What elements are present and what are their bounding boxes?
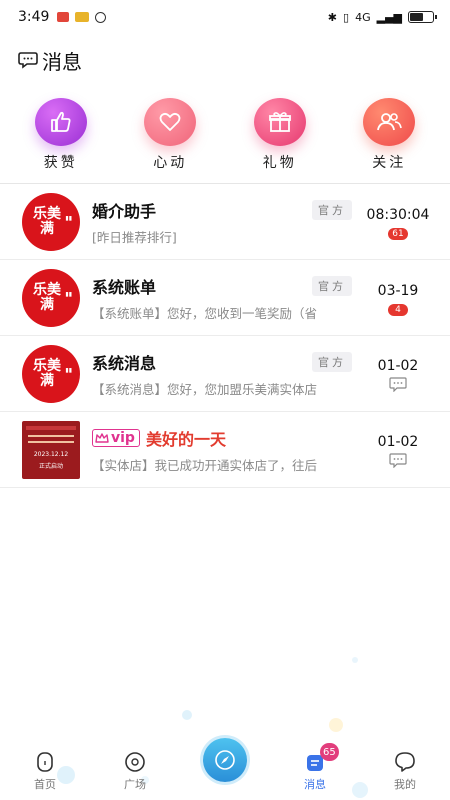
message-time: 01-02 — [377, 358, 419, 374]
chat-bubble-icon — [18, 52, 38, 69]
tab-label: 广场 — [124, 778, 146, 791]
tab-profile[interactable]: 我的 — [370, 751, 440, 792]
message-preview: 【系统账单】您好，您收到一笔奖励（省 — [92, 306, 318, 321]
poster-caption: 正式启动 — [38, 462, 63, 470]
official-badge: 官方 — [312, 352, 352, 372]
category-label: 心动 — [153, 155, 188, 171]
network-type: 4G — [355, 10, 371, 24]
brand-logo: 乐美满 — [33, 205, 61, 237]
category-label: 礼物 — [262, 155, 297, 171]
chat-bubble-icon — [389, 453, 407, 468]
notification-icon — [75, 12, 90, 22]
tab-label: 我的 — [394, 778, 416, 791]
message-preview: 【系统消息】您好，您加盟乐美满实体店 — [92, 382, 318, 397]
avatar: 2023.12.12 正式启动 — [22, 420, 80, 479]
conversation-name: 婚介助手 — [92, 202, 157, 221]
battery-icon — [408, 11, 437, 23]
followers-icon — [363, 98, 416, 146]
category-crush[interactable]: 心动 — [125, 98, 215, 172]
avatar: 乐美满 ▮▮ — [22, 268, 80, 327]
message-time: 03-19 — [377, 282, 419, 299]
page-title: 消息 — [42, 49, 82, 74]
category-row: 获赞 心动 礼物 关注 — [0, 98, 450, 172]
conversation-name: 美好的一天 — [145, 430, 226, 449]
tab-messages[interactable]: 65 消息 — [280, 743, 350, 792]
avatar: 乐美满 ▮▮ — [22, 192, 80, 251]
thumbs-up-icon — [34, 98, 87, 146]
vip-badge: vip — [92, 429, 140, 447]
unread-count-badge: 65 — [320, 743, 339, 761]
category-follows[interactable]: 关注 — [344, 98, 434, 172]
category-label: 获赞 — [43, 155, 78, 171]
message-item-system[interactable]: 乐美满 ▮▮ 系统消息 官方 【系统消息】您好，您加盟乐美满实体店 01-02 — [0, 336, 450, 412]
message-time: 01-02 — [377, 434, 419, 450]
brand-logo: 乐美满 — [33, 281, 61, 313]
gift-icon — [253, 98, 306, 146]
heart-icon — [144, 98, 197, 146]
message-list: 乐美满 ▮▮ 婚介助手 官方 [昨日推荐排行] 08:30:04 61 乐美满 … — [0, 184, 450, 488]
home-icon — [37, 752, 53, 772]
official-badge: 官方 — [312, 276, 352, 296]
vibrate-icon: ▯ — [343, 10, 350, 24]
bluetooth-icon: ✱ — [327, 10, 338, 24]
conversation-name: 系统账单 — [92, 278, 157, 297]
official-badge: 官方 — [312, 200, 352, 220]
status-bar: 3:49 ✱ ▯ 4G ▂▄▆ — [0, 0, 450, 34]
category-label: 关注 — [372, 155, 407, 171]
alarm-icon — [95, 11, 107, 23]
bottom-tab-bar: 首页 广场 65 消息 我的 — [0, 738, 450, 800]
plaza-icon — [125, 752, 145, 772]
message-item-user[interactable]: 2023.12.12 正式启动 vip 美好的一天 【实体店】我已成功开通实体店… — [0, 412, 450, 488]
avatar: 乐美满 ▮▮ — [22, 344, 80, 403]
status-time: 3:49 — [18, 9, 50, 25]
unread-badge: 61 — [388, 227, 408, 240]
brand-logo: 乐美满 — [33, 357, 61, 389]
notification-icon — [57, 12, 70, 22]
category-likes[interactable]: 获赞 — [16, 98, 106, 172]
brand-logo-mark: ▮▮ — [65, 366, 72, 374]
tab-discover[interactable] — [190, 738, 260, 792]
tab-label: 首页 — [34, 778, 56, 791]
brand-logo-mark: ▮▮ — [65, 290, 72, 298]
category-gifts[interactable]: 礼物 — [235, 98, 325, 172]
page-header: 消息 — [18, 44, 82, 76]
tab-plaza[interactable]: 广场 — [100, 751, 170, 792]
message-item-matchmaker[interactable]: 乐美满 ▮▮ 婚介助手 官方 [昨日推荐排行] 08:30:04 61 — [0, 184, 450, 260]
message-time: 08:30:04 — [366, 206, 430, 223]
message-preview: [昨日推荐排行] — [92, 230, 177, 245]
conversation-name: 系统消息 — [92, 354, 157, 373]
message-item-billing[interactable]: 乐美满 ▮▮ 系统账单 官方 【系统账单】您好，您收到一笔奖励（省 03-19 … — [0, 260, 450, 336]
brand-logo-mark: ▮▮ — [65, 214, 72, 222]
message-preview: 【实体店】我已成功开通实体店了，往后 — [92, 458, 318, 473]
chat-bubble-icon — [389, 377, 407, 392]
profile-icon — [395, 752, 415, 772]
unread-badge: 4 — [388, 303, 408, 316]
tab-label: 消息 — [304, 778, 326, 791]
tab-home[interactable]: 首页 — [10, 751, 80, 792]
poster-date: 2023.12.12 — [33, 450, 69, 458]
compass-icon — [203, 738, 247, 782]
vip-label: vip — [111, 430, 135, 446]
crown-icon — [95, 433, 109, 443]
signal-icon: ▂▄▆ — [376, 10, 402, 24]
